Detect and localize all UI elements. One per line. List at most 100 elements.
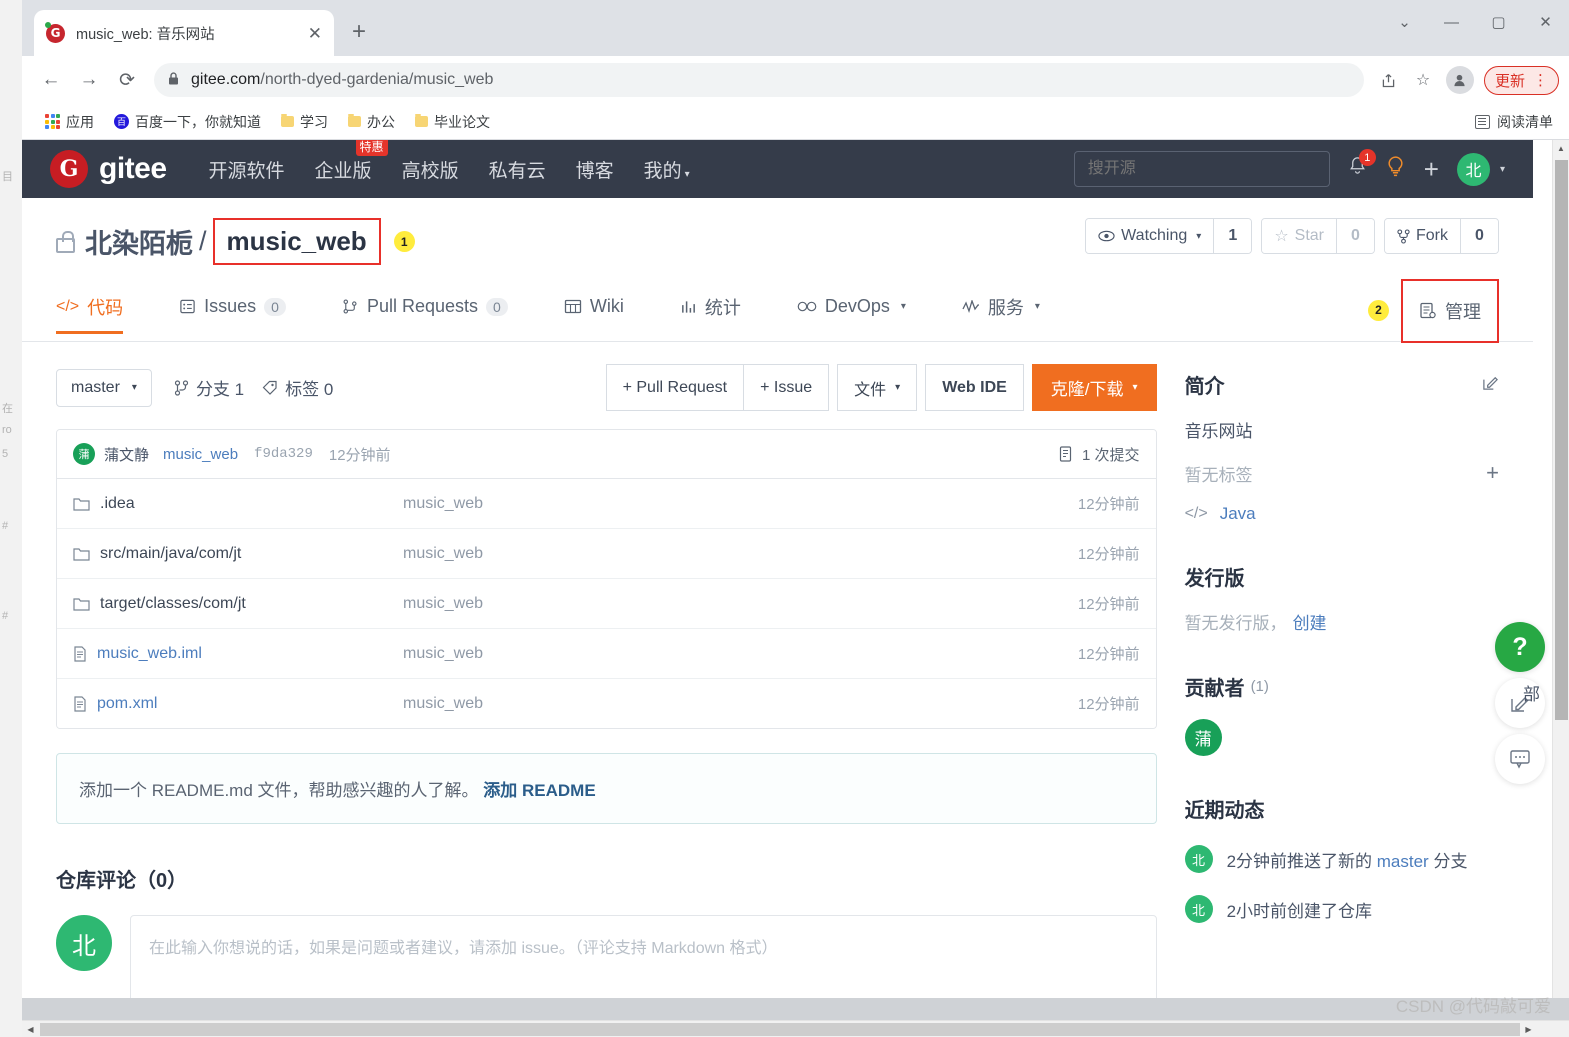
tab-pull-requests[interactable]: Pull Requests 0 [342,290,508,330]
bookmark-office[interactable]: 办公 [341,109,402,135]
file-name-cell[interactable]: target/classes/com/jt [73,595,403,613]
commit-author-avatar[interactable]: 蒲 [73,443,95,465]
repo-owner[interactable]: 北染陌栀 [85,222,193,261]
back-icon[interactable]: ← [32,61,70,99]
watching-button-group[interactable]: Watching ▾ 1 [1085,218,1253,254]
scroll-right-arrow-icon[interactable]: ▶ [1520,1025,1537,1034]
scroll-left-arrow-icon[interactable]: ◀ [22,1025,39,1034]
nav-link-mine[interactable]: 我的 ▾ [644,156,690,183]
scroll-up-arrow-icon[interactable]: ▲ [1553,140,1569,157]
vertical-scrollbar[interactable]: ▲ ▼ [1552,140,1569,1020]
user-avatar[interactable]: 北 [1456,152,1490,186]
close-window-icon[interactable]: ✕ [1522,0,1569,44]
feedback-button[interactable] [1495,678,1545,728]
chat-button[interactable] [1495,734,1545,784]
add-tag-icon[interactable]: + [1486,460,1499,486]
create-release-link[interactable]: 创建 [1293,609,1327,634]
fork-icon [1397,228,1410,244]
nav-link-opensource[interactable]: 开源软件 [209,156,285,183]
vertical-scroll-thumb[interactable] [1555,160,1568,720]
browser-tab[interactable]: G music_web: 音乐网站 ✕ [34,10,334,56]
close-tab-icon[interactable]: ✕ [308,25,322,42]
new-pull-request-button[interactable]: + Pull Request [605,364,745,411]
clone-download-button[interactable]: 克隆/下载 ▾ [1031,364,1157,411]
branch-selector[interactable]: master ▾ [56,368,152,407]
table-row[interactable]: .idea music_web 12分钟前 [57,479,1156,529]
lightbulb-icon[interactable] [1385,155,1406,184]
commit-message[interactable]: music_web [163,446,238,463]
edit-icon[interactable] [1482,374,1499,396]
tags-link[interactable]: 标签 0 [262,375,333,400]
file-name-cell[interactable]: pom.xml [73,695,403,713]
bookmark-study[interactable]: 学习 [274,109,335,135]
new-issue-button[interactable]: + Issue [743,364,830,411]
nav-label: 博客 [575,160,614,182]
share-icon[interactable] [1372,63,1406,97]
search-input[interactable] [1073,151,1330,187]
table-row[interactable]: music_web.iml music_web 12分钟前 [57,629,1156,679]
tab-wiki[interactable]: Wiki [564,290,624,330]
new-tab-button[interactable]: + [352,20,366,44]
nav-link-blog[interactable]: 博客 [576,156,614,183]
contributors-title: 贡献者 [1184,678,1245,700]
activity-branch[interactable]: master [1377,852,1429,871]
tab-manage[interactable]: 管理 [1419,292,1481,330]
bookmark-apps[interactable]: 应用 [38,109,101,135]
watch-button[interactable]: Watching ▾ [1086,219,1214,253]
table-row[interactable]: pom.xml music_web 12分钟前 [57,679,1156,728]
fork-button[interactable]: Fork [1385,219,1460,253]
forward-icon[interactable]: → [70,61,108,99]
horizontal-scroll-thumb[interactable] [40,1022,1520,1036]
notifications-bell-icon[interactable]: 1 [1348,149,1376,182]
table-row[interactable]: src/main/java/com/jt music_web 12分钟前 [57,529,1156,579]
tab-statistics[interactable]: 统计 [680,288,741,333]
web-ide-button[interactable]: Web IDE [925,364,1024,411]
commit-count-link[interactable]: 1 次提交 [1059,444,1140,465]
nav-link-privatecloud[interactable]: 私有云 [489,156,546,183]
file-name-cell[interactable]: music_web.iml [73,645,403,663]
star-button-group[interactable]: ☆ Star 0 [1261,218,1375,254]
add-readme-link[interactable]: 添加 README [483,781,595,800]
commit-author-name[interactable]: 蒲文静 [104,444,149,465]
fork-button-group[interactable]: Fork 0 [1384,218,1499,254]
maximize-icon[interactable]: ▢ [1475,0,1522,44]
reload-icon[interactable]: ⟳ [108,61,146,99]
commit-count-label: 1 次提交 [1082,446,1140,464]
files-dropdown-button[interactable]: 文件 ▾ [837,364,918,411]
chevron-down-icon[interactable]: ▾ [1500,164,1505,175]
language-row[interactable]: </> Java [1185,504,1499,524]
tab-services[interactable]: 服务 ▾ [962,288,1040,333]
tab-issues[interactable]: Issues 0 [179,290,286,330]
minimize-icon[interactable]: — [1428,0,1475,44]
bookmark-thesis[interactable]: 毕业论文 [408,109,497,135]
bookmark-label: 应用 [66,113,94,130]
file-name-cell[interactable]: .idea [73,495,403,513]
window-controls: ⌄ — ▢ ✕ [1381,0,1569,44]
nav-link-campus[interactable]: 高校版 [402,156,459,183]
bookmark-baidu[interactable]: 百 百度一下，你就知道 [107,109,268,135]
file-icon [74,645,86,662]
update-button[interactable]: 更新 ⋮ [1483,65,1559,95]
file-name-cell[interactable]: src/main/java/com/jt [73,545,403,563]
bookmark-star-icon[interactable]: ☆ [1406,63,1440,97]
tab-code[interactable]: </> 代码 [56,288,124,334]
address-bar[interactable]: gitee.com/north-dyed-gardenia/music_web [154,63,1364,97]
tab-devops[interactable]: DevOps ▾ [797,290,906,330]
table-row[interactable]: target/classes/com/jt music_web 12分钟前 [57,579,1156,629]
help-button[interactable]: ? [1495,622,1545,672]
create-new-plus-icon[interactable]: + [1424,154,1439,185]
profile-avatar-icon[interactable] [1445,66,1474,94]
chevron-down-icon[interactable]: ⌄ [1381,0,1428,44]
gitee-logo[interactable]: G gitee [50,150,167,188]
reading-list-button[interactable]: 阅读清单 [1475,112,1553,132]
horizontal-scrollbar[interactable]: ◀ ▶ [22,1020,1569,1037]
branches-link[interactable]: 分支 1 [174,375,244,400]
browser-menu-icon[interactable]: ⋮ [1533,73,1548,88]
contributor-avatar[interactable]: 蒲 [1184,719,1222,756]
nav-link-enterprise[interactable]: 特惠 企业版 [315,140,388,183]
commit-sha[interactable]: f9da329 [254,446,313,462]
bookmark-label: 毕业论文 [434,113,490,130]
star-button[interactable]: ☆ Star [1262,219,1336,253]
repo-name[interactable]: music_web [227,226,367,257]
comment-input[interactable]: 在此输入你想说的话，如果是问题或者建议，请添加 issue。（评论支持 Mark… [130,915,1157,1011]
